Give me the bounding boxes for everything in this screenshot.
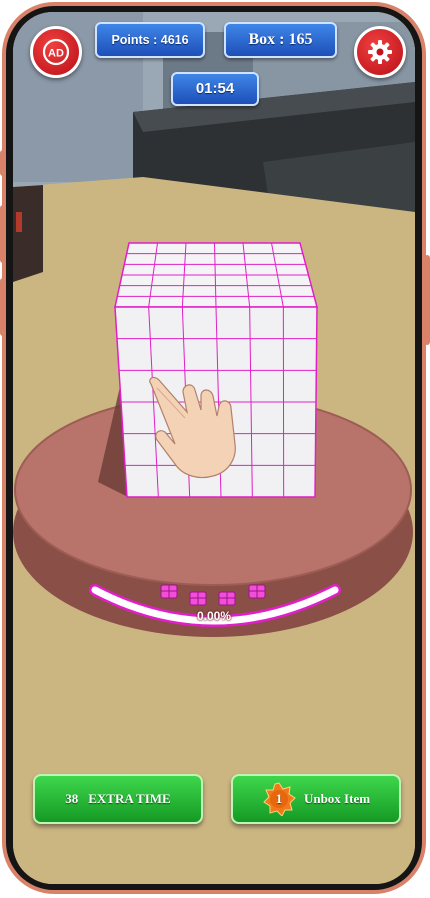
gear-icon	[368, 40, 392, 64]
unbox-item-button[interactable]: 1 Unbox Item	[231, 774, 401, 824]
phone-power-button	[424, 255, 430, 345]
game-screen: 0.00% AD Points : 4616 Box : 165 01:54 3…	[13, 12, 415, 884]
milestone-box-icon-3	[218, 591, 236, 606]
extra-time-button[interactable]: 38 EXTRA TIME	[33, 774, 203, 824]
progress-percent: 0.00%	[196, 609, 232, 623]
svg-text:AD: AD	[48, 48, 64, 60]
game-scene[interactable]	[13, 12, 415, 884]
phone-side-button	[0, 150, 6, 176]
milestone-box-icon-4	[248, 584, 266, 599]
left-object-light	[16, 212, 22, 232]
phone-volume-down	[0, 278, 6, 336]
phone-volume-up	[0, 205, 6, 263]
unbox-badge: 1	[262, 782, 296, 816]
watch-ad-button[interactable]: AD	[30, 26, 82, 78]
unbox-label: Unbox Item	[303, 791, 371, 806]
points-counter: Points : 4616	[95, 22, 205, 58]
settings-button[interactable]	[354, 26, 406, 78]
milestone-box-icon-2	[189, 591, 207, 606]
extra-time-label: EXTRA TIME	[88, 791, 171, 806]
box-counter: Box : 165	[224, 22, 337, 58]
milestone-box-icon-1	[160, 584, 178, 599]
left-object	[13, 185, 43, 282]
extra-time-count: 38	[65, 791, 79, 806]
ad-icon: AD	[42, 38, 70, 66]
countdown-timer: 01:54	[171, 72, 259, 106]
unbox-badge-count: 1	[275, 791, 283, 806]
